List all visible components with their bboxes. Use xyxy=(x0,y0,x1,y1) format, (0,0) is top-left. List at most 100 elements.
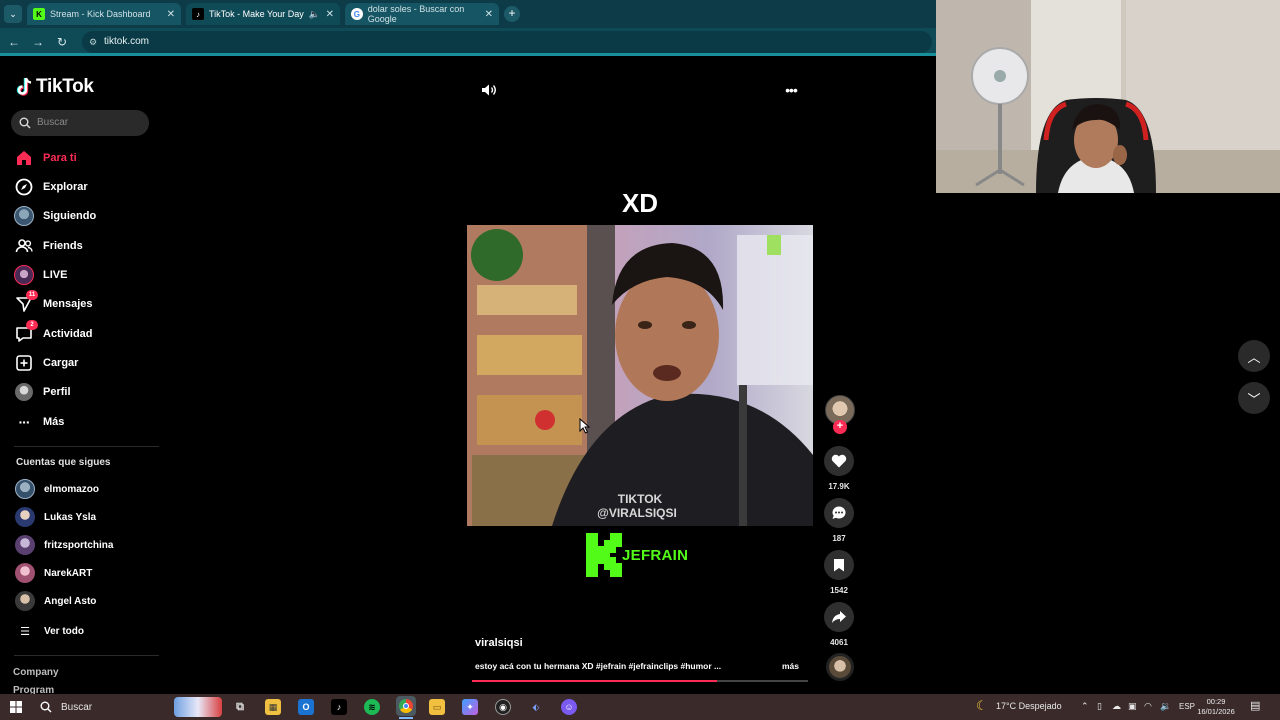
obs-icon[interactable]: ◉ xyxy=(495,699,511,715)
list-icon: ☰ xyxy=(20,625,30,638)
clock[interactable]: 00:29 16/01/2026 xyxy=(1196,697,1236,717)
tiktok-app-icon[interactable]: ♪ xyxy=(331,699,347,715)
arrow-right-icon: → xyxy=(32,35,44,49)
following-name: Angel Asto xyxy=(44,595,97,607)
comment-icon xyxy=(832,506,846,519)
sidebar-item-para-ti[interactable]: Para ti xyxy=(14,146,77,170)
live-icon xyxy=(14,265,34,285)
chrome-icon[interactable] xyxy=(396,696,416,716)
store-icon[interactable]: ▦ xyxy=(265,699,281,715)
following-name: Lukas Ysla xyxy=(44,511,97,523)
site-info-icon[interactable]: ⚙ xyxy=(89,31,97,53)
kick-brand-overlay: JEFRAIN xyxy=(586,533,688,577)
tiktok-icon: ♪ xyxy=(192,8,204,20)
share-button[interactable] xyxy=(824,602,854,632)
save-button[interactable] xyxy=(824,550,854,580)
logo-text: TikTok xyxy=(36,76,94,97)
friends-icon xyxy=(14,236,34,256)
following-item-fritzsportchina[interactable]: fritzsportchina xyxy=(15,535,113,555)
notifications-button[interactable]: ▤ xyxy=(1250,699,1266,715)
video-progress-bar[interactable] xyxy=(472,680,808,682)
home-icon xyxy=(14,148,34,168)
chevron-down-icon: ﹀ xyxy=(1247,391,1261,407)
comment-button[interactable] xyxy=(824,498,854,528)
tab-tiktok[interactable]: ♪ TikTok - Make Your Day 🔈 ✕ xyxy=(186,3,340,25)
comment-count: 187 xyxy=(832,534,846,543)
following-item-narekart[interactable]: NarekART xyxy=(15,563,92,583)
music-disc-avatar[interactable] xyxy=(826,653,854,681)
wifi-icon[interactable]: ◠ xyxy=(1144,701,1152,712)
sidebar-item-actividad[interactable]: 2 Actividad xyxy=(14,320,93,346)
spotify-icon[interactable]: ≋ xyxy=(364,699,380,715)
following-item-angel-asto[interactable]: Angel Asto xyxy=(15,591,96,611)
reload-icon: ↻ xyxy=(56,35,68,49)
new-tab-button[interactable]: + xyxy=(504,6,520,22)
video-player[interactable]: TikTok @VIRALSIQSI xyxy=(467,225,813,526)
tray-cloud-icon[interactable]: ☁ xyxy=(1112,701,1121,712)
close-icon[interactable]: ✕ xyxy=(167,9,175,20)
see-all-link[interactable]: ☰ Ver todo xyxy=(15,621,84,641)
sidebar-item-label: Perfil xyxy=(43,386,71,398)
streaming-app-icon[interactable]: ⬖ xyxy=(528,699,544,715)
speaker-icon[interactable]: 🔈 xyxy=(309,9,320,20)
follow-button[interactable]: + xyxy=(833,420,847,434)
more-options-button[interactable]: ••• xyxy=(781,82,801,98)
start-button[interactable] xyxy=(8,699,24,715)
tiktok-logo[interactable]: TikTok xyxy=(16,76,94,98)
sidebar-item-mas[interactable]: ··· Más xyxy=(14,410,65,434)
task-view-icon[interactable]: ⧉ xyxy=(232,699,248,715)
tray-device-icon[interactable]: ▯ xyxy=(1097,701,1102,712)
speaker-icon[interactable]: 🔉 xyxy=(1160,701,1171,712)
previous-video-button[interactable]: ︿ xyxy=(1238,340,1270,372)
close-icon[interactable]: ✕ xyxy=(485,9,493,20)
clock-date: 16/01/2026 xyxy=(1197,707,1235,716)
sidebar-item-mensajes[interactable]: 11 Mensajes xyxy=(14,290,93,316)
video-author[interactable]: viralsiqsi xyxy=(475,637,523,649)
tray-app-icon[interactable]: ▣ xyxy=(1128,701,1137,712)
windows-taskbar: Buscar ⧉ ▦ O ♪ ≋ ▭ ✦ ◉ ⬖ ☺ ☾ 17°C Despej… xyxy=(0,694,1280,720)
sidebar-divider xyxy=(14,655,159,656)
search-input[interactable]: Buscar xyxy=(11,110,149,136)
footer-link-company[interactable]: Company xyxy=(13,667,59,678)
sidebar-item-label: Friends xyxy=(43,240,83,252)
kick-icon: K xyxy=(33,8,45,20)
caption-more-link[interactable]: más xyxy=(782,661,799,671)
url-field[interactable]: ⚙ tiktok.com xyxy=(82,31,932,53)
next-video-button[interactable]: ﹀ xyxy=(1238,382,1270,414)
weather-text[interactable]: 17°C Despejado xyxy=(996,701,1062,711)
sidebar-item-siguiendo[interactable]: Siguiendo xyxy=(14,204,96,228)
file-explorer-icon[interactable]: ▭ xyxy=(429,699,445,715)
sidebar-item-perfil[interactable]: Perfil xyxy=(14,380,71,404)
plus-icon: + xyxy=(508,6,516,20)
volume-button[interactable] xyxy=(479,81,499,99)
back-button[interactable]: ← xyxy=(6,34,22,50)
sidebar-item-explorar[interactable]: Explorar xyxy=(14,175,88,199)
following-item-lukas-ysla[interactable]: Lukas Ysla xyxy=(15,507,96,527)
chevron-down-icon: ⌄ xyxy=(9,9,17,19)
video-caption: estoy acá con tu hermana XD #jefrain #je… xyxy=(475,661,722,671)
tab-google-search[interactable]: G dolar soles - Buscar con Google ✕ xyxy=(345,3,499,25)
copilot-icon[interactable]: ✦ xyxy=(462,699,478,715)
reload-button[interactable]: ↻ xyxy=(54,34,70,50)
forward-button[interactable]: → xyxy=(30,34,46,50)
tiktok-note-icon xyxy=(16,77,32,96)
close-icon[interactable]: ✕ xyxy=(326,9,334,20)
sidebar-item-friends[interactable]: Friends xyxy=(14,234,83,258)
following-item-elmomazoo[interactable]: elmomazoo xyxy=(15,479,99,499)
like-button[interactable] xyxy=(824,446,854,476)
language-indicator[interactable]: ESP xyxy=(1179,702,1195,711)
tray-overflow-icon[interactable]: ⌃ xyxy=(1081,701,1089,712)
following-heading: Cuentas que sigues xyxy=(16,457,111,468)
plus-icon: + xyxy=(836,420,844,432)
tab-kick-dashboard[interactable]: K Stream - Kick Dashboard ✕ xyxy=(27,3,181,25)
sidebar-item-live[interactable]: LIVE xyxy=(14,263,67,287)
share-icon xyxy=(832,611,846,623)
discord-icon[interactable]: ☺ xyxy=(561,699,577,715)
tab-menu-button[interactable]: ⌄ xyxy=(4,5,22,23)
sidebar-item-label: Siguiendo xyxy=(43,210,97,222)
more-dots-icon: ••• xyxy=(785,82,798,98)
windows-icon xyxy=(10,701,22,713)
tab-label: dolar soles - Buscar con Google xyxy=(367,4,465,24)
outlook-icon[interactable]: O xyxy=(298,699,314,715)
sidebar-item-cargar[interactable]: Cargar xyxy=(14,351,78,375)
